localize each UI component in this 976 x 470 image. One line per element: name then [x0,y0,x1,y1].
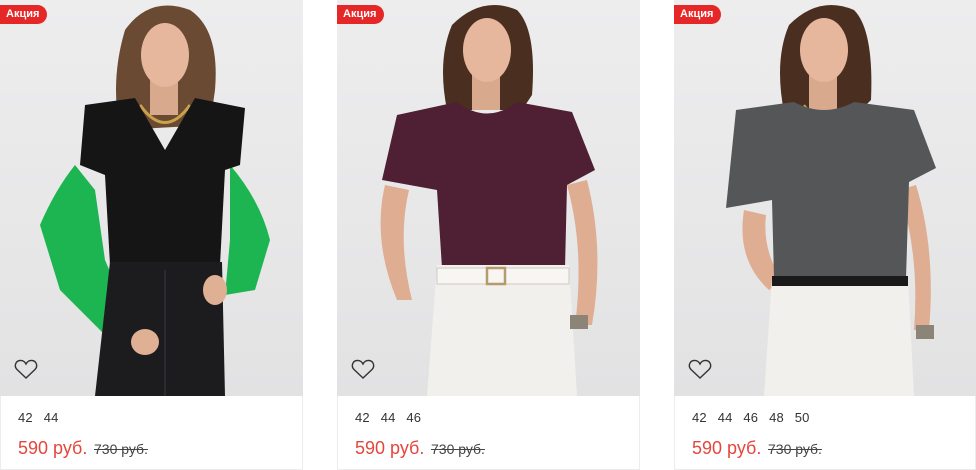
old-price: 730 руб. [768,441,822,457]
size-option[interactable]: 42 [18,410,33,425]
size-list: 42 44 46 [355,410,428,425]
wishlist-button[interactable] [14,358,38,380]
promo-badge: Акция [337,5,385,24]
heart-icon [351,359,375,379]
product-info: 42 44 46 48 50 590 руб. 730 руб. [674,396,976,470]
price: 590 руб. [18,438,88,458]
size-option[interactable]: 50 [795,410,810,425]
wishlist-button[interactable] [688,358,712,380]
product-photo[interactable]: Акция [337,0,640,396]
model-illustration [380,5,598,396]
size-list: 42 44 [18,410,66,425]
product-photo[interactable]: Акция [674,0,976,396]
size-option[interactable]: 42 [355,410,370,425]
size-option[interactable]: 48 [769,410,784,425]
product-card[interactable]: Акция 42 44 46 48 50 590 руб. 730 руб. [674,0,976,470]
product-info: 42 44 46 590 руб. 730 руб. [337,396,640,470]
heart-icon [14,359,38,379]
model-illustration [726,5,936,396]
promo-badge: Акция [0,5,48,24]
size-option[interactable]: 44 [718,410,733,425]
product-photo[interactable]: Акция [0,0,303,396]
old-price: 730 руб. [94,441,148,457]
size-list: 42 44 46 48 50 [692,410,817,425]
size-option[interactable]: 44 [381,410,396,425]
size-option[interactable]: 44 [44,410,59,425]
product-card[interactable]: Акция 42 44 590 руб. 730 руб. [0,0,303,470]
wishlist-button[interactable] [351,358,375,380]
promo-badge: Акция [674,5,722,24]
size-option[interactable]: 46 [743,410,758,425]
product-info: 42 44 590 руб. 730 руб. [0,396,303,470]
heart-icon [688,359,712,379]
size-option[interactable]: 46 [406,410,421,425]
old-price: 730 руб. [431,441,485,457]
product-card[interactable]: Акция 42 44 46 590 руб. 730 руб. [337,0,640,470]
size-option[interactable]: 42 [692,410,707,425]
price: 590 руб. [355,438,425,458]
model-illustration [40,5,270,396]
price: 590 руб. [692,438,762,458]
